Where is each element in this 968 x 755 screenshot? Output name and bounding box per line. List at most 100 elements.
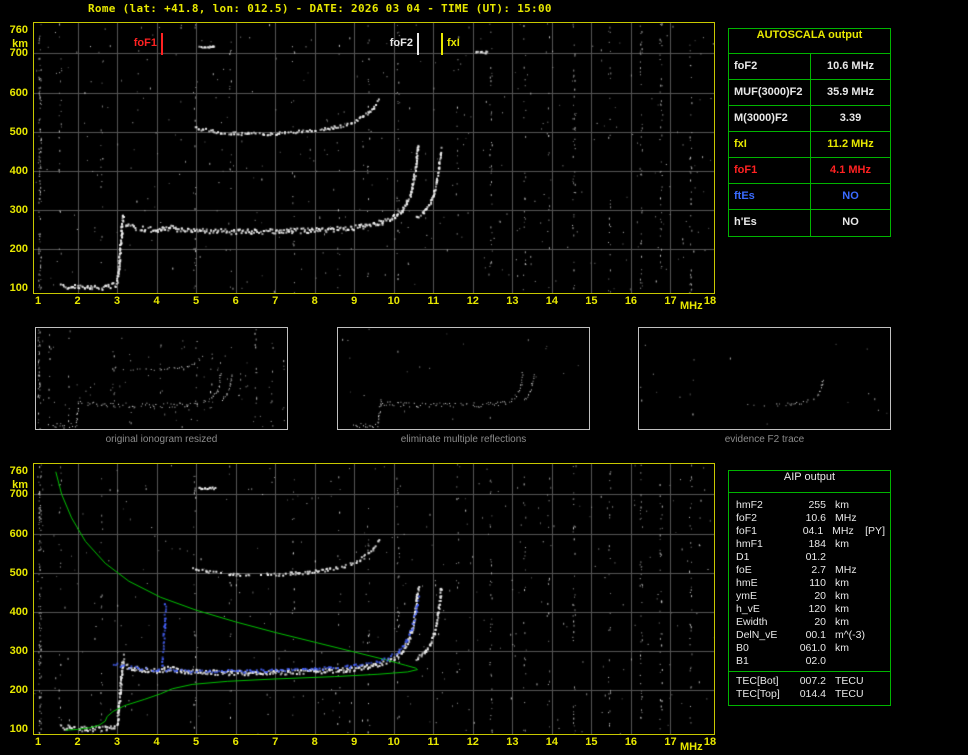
aip-row-unit: km xyxy=(835,616,849,628)
bottom-x-tick-label: 9 xyxy=(351,736,358,748)
aip-row-name: Ewidth xyxy=(736,616,768,628)
autoscala-row-value: 10.6 MHz xyxy=(826,60,875,72)
main-y-tick-label: 600 xyxy=(9,86,28,99)
marker-line-foF2 xyxy=(417,33,419,55)
aip-row-value: 2.7 xyxy=(811,564,826,576)
main-y-tick-label: 200 xyxy=(9,242,28,255)
main-x-tick-label: 12 xyxy=(466,295,479,307)
autoscala-row-label: ftEs xyxy=(729,184,811,209)
autoscala-row-label: foF1 xyxy=(729,158,811,183)
autoscala-row: foF1 4.1 MHz xyxy=(729,158,890,184)
aip-row: foF1 04.1 MHz [PY] xyxy=(736,525,885,538)
autoscala-row-label: foF2 xyxy=(729,54,811,79)
aip-row-name: h_vE xyxy=(736,603,760,615)
autoscala-row-value: NO xyxy=(842,216,859,228)
main-y-tick-label: 500 xyxy=(9,125,28,138)
aip-output-table-body: hmF2 255 km foF2 10.6 MHz foF1 04.1 MHz [PY] hmF1 1… xyxy=(729,493,890,705)
bottom-y-tick-label: 600 xyxy=(9,527,28,540)
bottom-x-tick-label: 6 xyxy=(232,736,239,748)
aip-row-unit: m^(-3) xyxy=(835,629,866,641)
bottom-x-tick-label: 5 xyxy=(193,736,200,748)
main-x-tick-label: 5 xyxy=(193,295,200,307)
aip-row-name: foF2 xyxy=(736,512,758,524)
aip-row-name: hmF2 xyxy=(736,499,763,511)
aip-row: h_vE 120 km xyxy=(736,603,885,616)
bottom-x-tick-label: 12 xyxy=(466,736,479,748)
aip-tec-row-unit: TECU xyxy=(835,675,864,687)
aip-tec-row-value: 007.2 xyxy=(799,675,826,687)
aip-tec-row: TEC[Top] 014.4 TECU xyxy=(736,688,885,701)
aip-row-name: D1 xyxy=(736,551,750,563)
aip-row: B0 061.0 km xyxy=(736,642,885,655)
bottom-x-tick-label: 8 xyxy=(311,736,318,748)
autoscala-row-label: M(3000)F2 xyxy=(729,106,811,131)
aip-row-name: hmF1 xyxy=(736,538,763,550)
bottom-y-tick-label: 100 xyxy=(9,723,28,735)
aip-row-value: 120 xyxy=(808,603,826,615)
main-y-tick-label: 760 xyxy=(9,24,28,36)
aip-row-value: 255 xyxy=(808,499,826,511)
marker-label-fxI: fxI xyxy=(447,37,460,49)
main-y-tick-label: 300 xyxy=(9,203,28,216)
main-x-tick-label: 8 xyxy=(311,295,318,307)
main-x-tick-label: 11 xyxy=(427,295,440,307)
aip-tec-separator xyxy=(729,671,890,672)
aip-output-table-title: AIP output xyxy=(729,471,890,493)
aip-row: DelN_vE 00.1 m^(-3) xyxy=(736,629,885,642)
aip-row-value: 01.2 xyxy=(805,551,826,563)
aip-tec-row-name: TEC[Bot] xyxy=(736,675,779,687)
aip-row: hmE 110 km xyxy=(736,577,885,590)
aip-row-unit: km xyxy=(835,642,849,654)
aip-row-name: hmE xyxy=(736,577,758,589)
aip-row-value: 110 xyxy=(809,577,826,589)
thumb-evidence-f2-trace-canvas xyxy=(639,328,890,429)
aip-row-unit xyxy=(835,655,867,668)
autoscala-row: fxI 11.2 MHz xyxy=(729,132,890,158)
autoscala-row: M(3000)F2 3.39 xyxy=(729,106,890,132)
autoscala-row-value: 3.39 xyxy=(839,112,862,124)
autoscala-screen: Rome (lat: +41.8, lon: 012.5) - DATE: 20… xyxy=(0,0,968,755)
aip-row-value: 20 xyxy=(814,590,826,602)
aip-row-name: foE xyxy=(736,564,752,576)
ionogram-canvas xyxy=(34,23,714,293)
aip-row: hmF1 184 km xyxy=(736,538,885,551)
autoscala-row: h'Es NO xyxy=(729,210,890,236)
bottom-x-tick-label: 13 xyxy=(506,736,519,748)
main-x-tick-label: 17 xyxy=(664,295,677,307)
autoscala-row-value: NO xyxy=(842,190,859,202)
main-x-tick-label: 4 xyxy=(153,295,160,307)
bottom-x-tick-label: 1 xyxy=(34,736,42,748)
autoscala-row-label: fxI xyxy=(729,132,811,157)
aip-row-value: 20 xyxy=(814,616,826,628)
bottom-y-tick-label: 300 xyxy=(9,644,28,657)
autoscala-output-table: AUTOSCALA output foF2 10.6 MHz MUF(3000)F2… xyxy=(728,28,891,237)
autoscala-row-value: 4.1 MHz xyxy=(830,164,871,176)
aip-row-unit: km xyxy=(835,538,849,550)
aip-row-value: 00.1 xyxy=(805,629,826,641)
aip-row-unit: MHz xyxy=(835,564,857,576)
aip-row-value: 02.0 xyxy=(805,655,826,667)
aip-row-name: ymE xyxy=(736,590,757,602)
main-x-tick-label: 9 xyxy=(351,295,358,307)
autoscala-row: MUF(3000)F2 35.9 MHz xyxy=(729,80,890,106)
bottom-y-tick-label: 500 xyxy=(9,566,28,579)
marker-label-foF2: foF2 xyxy=(389,37,413,49)
main-x-tick-label: 10 xyxy=(387,295,400,307)
aip-output-table: AIP output hmF2 255 km foF2 10.6 MHz foF1 04.1 M… xyxy=(728,470,891,706)
main-x-axis-unit: MHz xyxy=(680,300,703,312)
bottom-x-tick-label: 3 xyxy=(113,736,121,748)
aip-row-note: [PY] xyxy=(865,525,885,537)
autoscala-row: ftEs NO xyxy=(729,184,890,210)
aip-row-value: 10.6 xyxy=(805,512,826,524)
aip-row-unit: km xyxy=(835,577,849,589)
aip-row: hmF2 255 km xyxy=(736,499,885,512)
aip-tec-row-name: TEC[Top] xyxy=(736,688,780,700)
bottom-y-tick-label: 200 xyxy=(9,683,28,696)
aip-tec-row: TEC[Bot] 007.2 TECU xyxy=(736,675,885,688)
aip-row-name: B1 xyxy=(736,655,749,667)
marker-line-fxI xyxy=(441,33,443,55)
aip-row: D1 01.2 xyxy=(736,551,885,564)
bottom-x-tick-label: 17 xyxy=(664,736,677,748)
bottom-x-tick-label: 11 xyxy=(427,736,440,748)
thumb-evidence-f2-trace xyxy=(638,327,891,430)
